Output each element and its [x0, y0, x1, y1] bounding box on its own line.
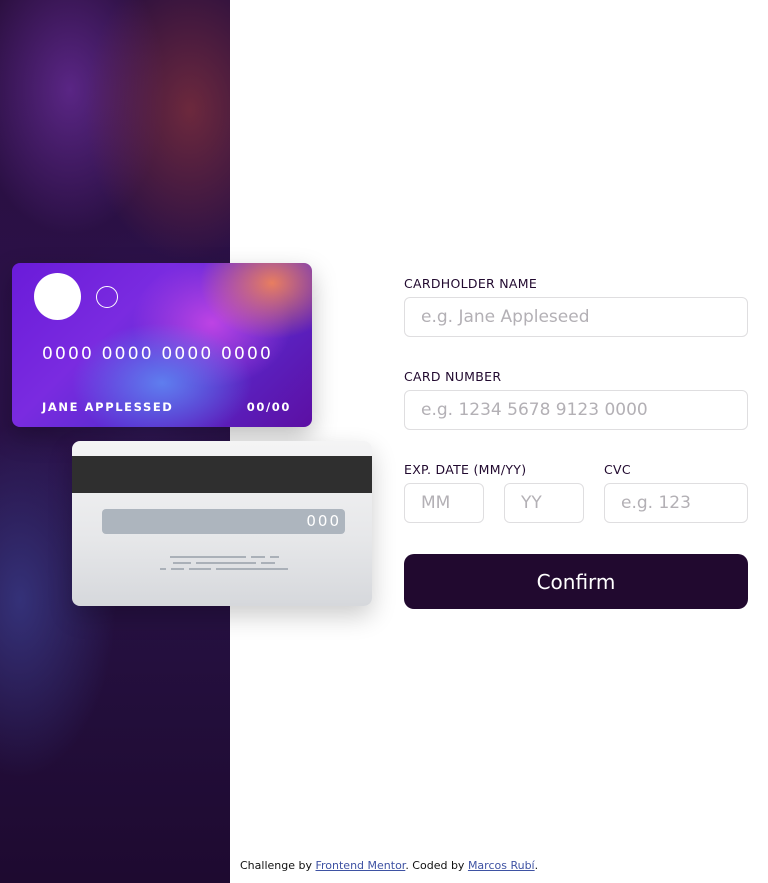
cardholder-field-group: CARDHOLDER NAME — [404, 276, 748, 337]
card-number-label: CARD NUMBER — [404, 369, 502, 384]
card-cvc-display: 000 — [306, 512, 341, 530]
card-logo-filled-circle-icon — [34, 273, 81, 320]
exp-date-field-group: EXP. DATE (MM/YY) — [404, 462, 584, 523]
attribution-prefix: Challenge by — [240, 859, 316, 872]
card-fine-print — [160, 556, 288, 574]
card-number-display: 0000 0000 0000 0000 — [42, 344, 274, 364]
card-logo-outline-circle-icon — [96, 286, 118, 308]
frontend-mentor-link[interactable]: Frontend Mentor — [315, 859, 405, 872]
attribution-middle: . Coded by — [405, 859, 468, 872]
card-back: 000 — [72, 441, 372, 606]
attribution-suffix: . — [534, 859, 539, 872]
cardholder-label: CARDHOLDER NAME — [404, 276, 538, 291]
card-expiry-display: 00/00 — [246, 400, 291, 414]
card-number-field-group: CARD NUMBER — [404, 369, 748, 430]
confirm-button[interactable]: Confirm — [404, 554, 748, 609]
card-front: 0000 0000 0000 0000 JANE APPLESSED 00/00 — [12, 263, 312, 427]
card-holder-display: JANE APPLESSED — [42, 400, 174, 414]
attribution-footer: Challenge by Frontend Mentor. Coded by M… — [240, 859, 538, 872]
cardholder-name-input[interactable] — [404, 297, 748, 337]
magnetic-stripe — [72, 456, 372, 493]
author-link[interactable]: Marcos Rubí — [468, 859, 535, 872]
card-number-input[interactable] — [404, 390, 748, 430]
exp-date-label: EXP. DATE (MM/YY) — [404, 462, 527, 477]
cvc-label: CVC — [604, 462, 631, 477]
exp-year-input[interactable] — [504, 483, 584, 523]
cvc-input[interactable] — [604, 483, 748, 523]
exp-month-input[interactable] — [404, 483, 484, 523]
cvc-field-group: CVC — [604, 462, 748, 523]
